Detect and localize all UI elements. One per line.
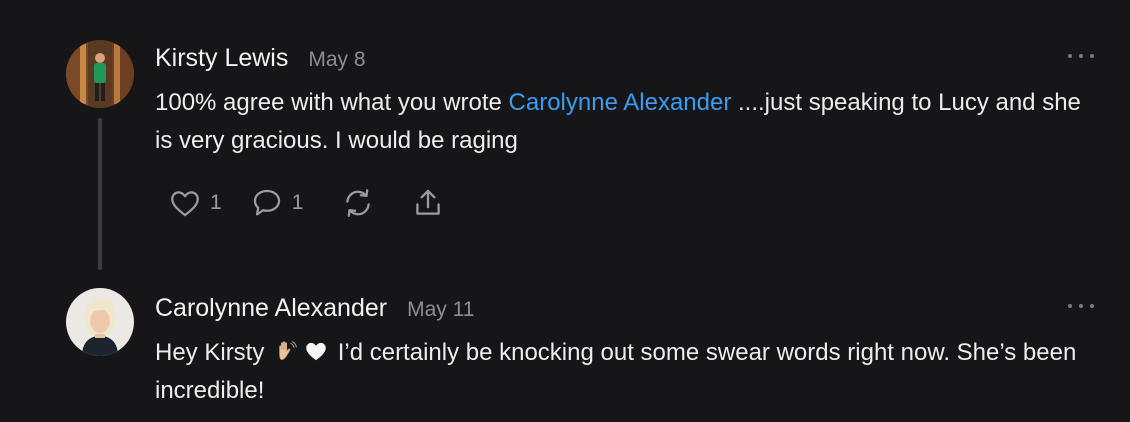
reply-count: 1 — [291, 191, 304, 214]
white-heart-icon — [306, 342, 326, 361]
comment-text-before: 100% agree with what you wrote — [155, 89, 509, 116]
share-icon — [416, 189, 441, 215]
restack-icon — [346, 189, 371, 217]
comment-header: Carolynne Alexander May 11 — [155, 294, 474, 323]
comment-icon — [253, 189, 280, 216]
more-options-icon[interactable] — [1068, 301, 1094, 311]
avatar-kirsty-lewis[interactable] — [66, 40, 134, 108]
restack-button[interactable] — [341, 186, 375, 220]
thread-line — [98, 118, 102, 270]
waving-hand-icon — [279, 341, 297, 360]
heart-icon — [171, 191, 199, 217]
author-name[interactable]: Carolynne Alexander — [155, 294, 387, 323]
mention-link[interactable]: Carolynne Alexander — [509, 89, 732, 116]
more-options-icon[interactable] — [1068, 51, 1094, 61]
reply-button[interactable]: 1 — [250, 186, 304, 220]
comment-header: Kirsty Lewis May 8 — [155, 44, 366, 73]
comment-actions: 1 1 — [168, 186, 445, 220]
author-name[interactable]: Kirsty Lewis — [155, 44, 288, 73]
comment-date[interactable]: May 11 — [407, 298, 474, 322]
comment-date[interactable]: May 8 — [308, 48, 365, 72]
comment-body: 100% agree with what you wrote Carolynne… — [155, 84, 1095, 160]
comment-text-part1: Hey Kirsty — [155, 339, 265, 366]
comment-body: Hey Kirsty I’d certainly be knocking out… — [155, 334, 1095, 410]
like-count: 1 — [210, 191, 222, 214]
avatar-carolynne-alexander[interactable] — [66, 288, 134, 356]
share-button[interactable] — [411, 186, 445, 220]
like-button[interactable]: 1 — [168, 186, 222, 220]
